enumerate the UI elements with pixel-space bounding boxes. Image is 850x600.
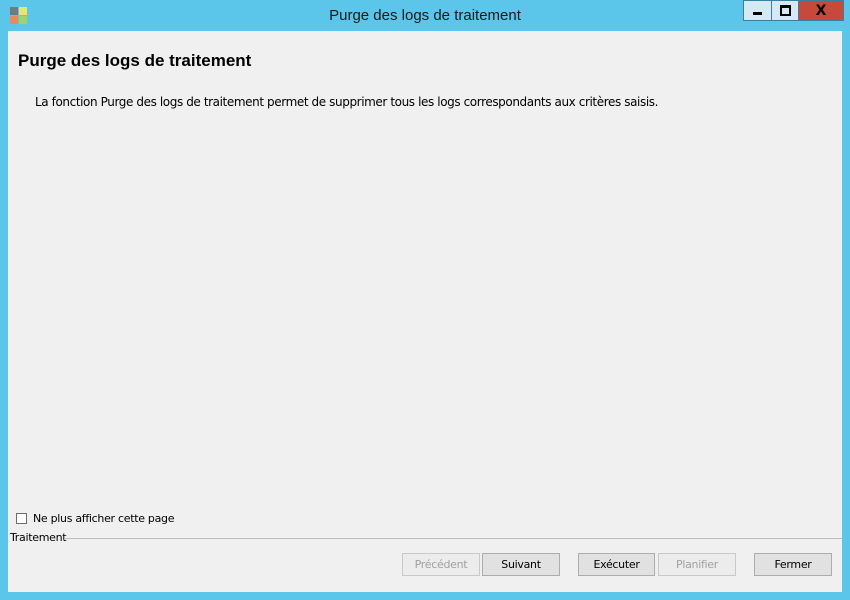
dialog-window: Purge des logs de traitement X Purge des…	[0, 0, 850, 600]
minimize-icon	[753, 12, 762, 15]
schedule-button[interactable]: Planifier	[658, 553, 736, 576]
execute-button[interactable]: Exécuter	[578, 553, 655, 576]
dont-show-option[interactable]: Ne plus afficher cette page	[16, 512, 174, 525]
group-label-traitement: Traitement	[10, 531, 67, 544]
page-title: Purge des logs de traitement	[18, 51, 252, 70]
maximize-icon	[779, 5, 791, 16]
page-description: La fonction Purge des logs de traitement…	[35, 95, 659, 109]
close-window-button[interactable]: X	[798, 0, 844, 21]
maximize-button[interactable]	[771, 0, 799, 21]
group-divider	[64, 538, 842, 539]
minimize-button[interactable]	[743, 0, 772, 21]
close-button[interactable]: Fermer	[754, 553, 832, 576]
window-title: Purge des logs de traitement	[329, 7, 521, 24]
dialog-client-area: Purge des logs de traitement La fonction…	[8, 31, 842, 592]
close-icon: X	[815, 2, 827, 19]
next-button[interactable]: Suivant	[482, 553, 560, 576]
title-bar[interactable]: Purge des logs de traitement X	[0, 0, 850, 31]
dont-show-checkbox[interactable]	[16, 513, 27, 524]
dont-show-label[interactable]: Ne plus afficher cette page	[33, 512, 174, 525]
previous-button[interactable]: Précédent	[402, 553, 480, 576]
